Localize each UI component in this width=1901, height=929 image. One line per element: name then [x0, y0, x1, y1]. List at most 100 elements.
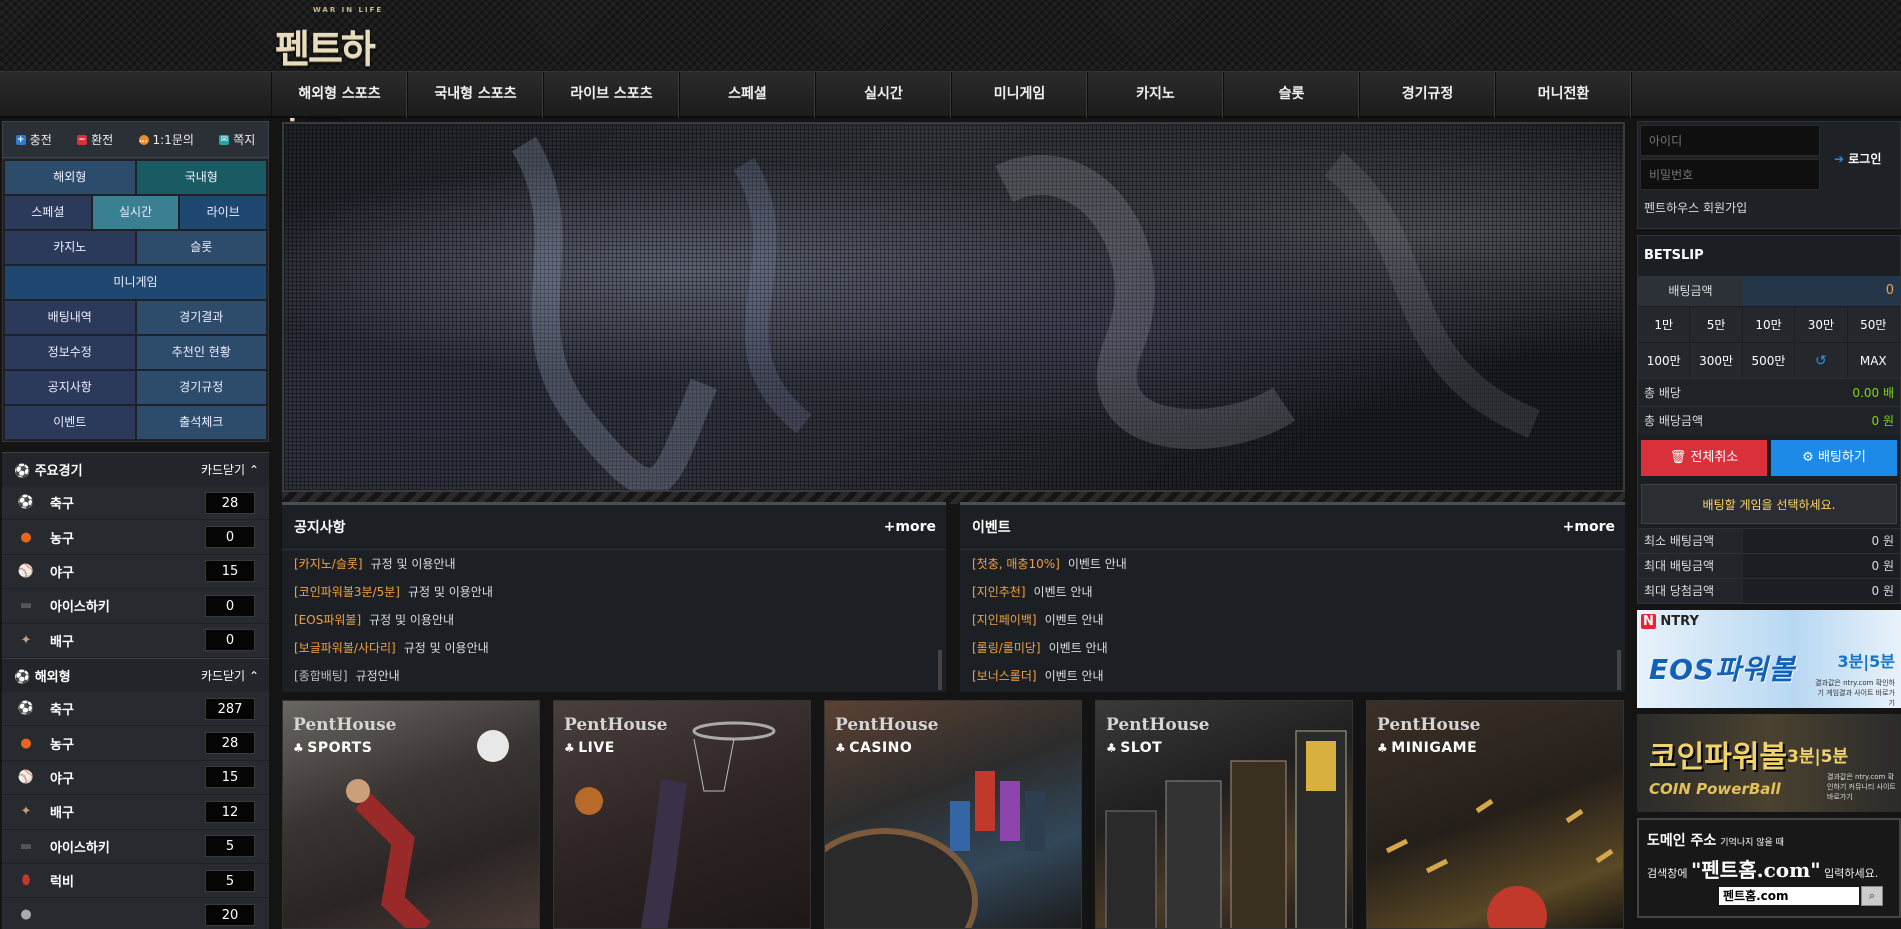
nav-casino[interactable]: 카지노 [1088, 72, 1224, 118]
sport-row-baseball[interactable]: ⚾ 야구 15 [2, 760, 269, 796]
charge-link[interactable]: + 충전 [15, 131, 52, 148]
notice-scrollbar[interactable] [938, 650, 942, 690]
sport-name: 농구 [50, 531, 74, 547]
betslip-empty-note: 배팅할 게임을 선택하세요. [1641, 484, 1897, 524]
bet-amount-input[interactable]: 0 [1743, 276, 1900, 306]
sport-row-rugby[interactable]: ⬮ 럭비 5 [2, 863, 269, 899]
chip-300k[interactable]: 30만 [1795, 306, 1848, 342]
sport-row-more[interactable]: ● 20 [2, 898, 269, 929]
ad-coin-powerball[interactable]: 코인파워볼 3분|5분 COIN PowerBall 결과값은 ntry.com… [1637, 714, 1901, 812]
card-live[interactable]: PentHouse ♣ LIVE [553, 700, 811, 929]
total-odds-label: 총 배당 [1644, 386, 1681, 400]
nav-domestic-sports[interactable]: 국내형 스포츠 [408, 72, 544, 118]
menu-slot[interactable]: 슬롯 [136, 231, 266, 264]
place-bet-button[interactable]: ⚙ 배팅하기 [1771, 440, 1897, 476]
nav-realtime[interactable]: 실시간 [816, 72, 952, 118]
card-sports[interactable]: PentHouse ♣ SPORTS [282, 700, 540, 929]
menu-bet-history[interactable]: 배팅내역 [5, 301, 135, 334]
coin-title: 코인파워볼 [1649, 740, 1787, 775]
sport-name: 축구 [50, 703, 74, 719]
nav-slot[interactable]: 슬롯 [1224, 72, 1360, 118]
login-button[interactable]: ➔ 로그인 [1834, 150, 1881, 167]
chip-5m[interactable]: 500만 [1742, 342, 1796, 378]
menu-realtime[interactable]: 실시간 [92, 196, 179, 229]
event-scrollbar[interactable] [1617, 650, 1621, 690]
overseas-collapse[interactable]: 카드닫기 ⌃ [201, 667, 259, 684]
sport-row-volleyball[interactable]: ✦ 배구 12 [2, 795, 269, 830]
club-icon: ♣ [835, 741, 847, 755]
chip-50k[interactable]: 5만 [1690, 306, 1743, 342]
menu-rules[interactable]: 경기규정 [136, 371, 266, 404]
main-banner[interactable] [282, 122, 1625, 496]
sport-row-basketball[interactable]: ● 농구 28 [2, 726, 269, 761]
minus-icon: − [77, 134, 88, 145]
menu-casino[interactable]: 카지노 [5, 231, 135, 264]
sport-row-soccer[interactable]: ⚽ 축구 287 [2, 691, 269, 727]
left-sidebar: + 충전 − 환전 … 1:1문의 ✉ 쪽지 해외형 국내형 스페셜 실시간 라이브 카… [2, 121, 269, 929]
menu-live[interactable]: 라이브 [180, 196, 267, 229]
username-input[interactable] [1640, 125, 1820, 156]
message-link[interactable]: ✉ 쪽지 [219, 131, 255, 148]
menu-notice[interactable]: 공지사항 [5, 371, 135, 404]
event-more-link[interactable]: +more [1563, 519, 1615, 535]
baseball-icon: ⚾ [17, 769, 35, 785]
notice-item[interactable]: [종합배팅] 규정안내 [282, 662, 946, 690]
event-item[interactable]: [롤링/롤미당] 이벤트 안내 [960, 634, 1625, 662]
cancel-all-button[interactable]: 🗑 전체취소 [1641, 440, 1767, 476]
card-minigame[interactable]: PentHouse ♣ MINIGAME [1366, 700, 1624, 929]
menu-edit-info[interactable]: 정보수정 [5, 336, 135, 369]
sport-count: 20 [205, 903, 255, 926]
coin-eng-title: COIN PowerBall [1649, 780, 1781, 798]
nav-money-exchange[interactable]: 머니전환 [1496, 72, 1632, 118]
inquiry-link[interactable]: … 1:1문의 [138, 131, 194, 148]
notice-item[interactable]: [보글파워볼/사다리] 규정 및 이용안내 [282, 634, 946, 662]
right-sidebar: ➔ 로그인 펜트하우스 회원가입 BETSLIP 배팅금액 0 1만 5만 10… [1637, 121, 1901, 918]
chip-10k[interactable]: 1만 [1638, 306, 1691, 342]
menu-referrals[interactable]: 추천인 현황 [136, 336, 266, 369]
nav-overseas-sports[interactable]: 해외형 스포츠 [272, 72, 408, 118]
menu-special[interactable]: 스페셜 [5, 196, 91, 229]
menu-game-results[interactable]: 경기결과 [136, 301, 266, 334]
card-category-label: MINIGAME [1391, 740, 1478, 756]
nav-minigame[interactable]: 미니게임 [952, 72, 1088, 118]
nav-special[interactable]: 스페셜 [680, 72, 816, 118]
site-logo[interactable]: WAR IN LIFE 펜트하우스 [275, 6, 405, 126]
sport-row-baseball[interactable]: ⚾ 야구 15 [2, 554, 269, 590]
ad-eos-powerball[interactable]: N NTRY EOS파워볼 3분|5분 결과값은 ntry.com 확인하기 게… [1637, 610, 1901, 708]
event-text: 이벤트 안내 [1044, 613, 1104, 627]
chip-max[interactable]: MAX [1847, 342, 1900, 378]
menu-minigame[interactable]: 미니게임 [5, 266, 266, 299]
chip-100k[interactable]: 10만 [1742, 306, 1796, 342]
menu-overseas[interactable]: 해외형 [5, 161, 135, 194]
sport-row-icehockey[interactable]: ▬ 아이스하키 5 [2, 829, 269, 864]
bet-chips: 1만 5만 10만 30만 50만 100만 300만 500만 ↺ MAX [1638, 306, 1900, 378]
nav-rules[interactable]: 경기규정 [1360, 72, 1496, 118]
notice-item[interactable]: [카지노/슬롯] 규정 및 이용안내 [282, 550, 946, 578]
nav-live-sports[interactable]: 라이브 스포츠 [544, 72, 680, 118]
event-item[interactable]: [보너스롤더] 이벤트 안내 [960, 662, 1625, 690]
event-item[interactable]: [지인추천] 이벤트 안내 [960, 578, 1625, 606]
notice-category: [EOS파워볼] [294, 613, 362, 627]
notice-item[interactable]: [코인파워볼3분/5분] 규정 및 이용안내 [282, 578, 946, 606]
withdraw-link[interactable]: − 환전 [77, 131, 113, 148]
sport-row-soccer[interactable]: ⚽ 축구 28 [2, 486, 269, 521]
signup-link[interactable]: 펜트하우스 회원가입 [1640, 199, 1898, 216]
event-item[interactable]: [첫충, 매충10%] 이벤트 안내 [960, 550, 1625, 578]
sport-row-volleyball[interactable]: ✦ 배구 0 [2, 623, 269, 658]
menu-event[interactable]: 이벤트 [5, 406, 135, 439]
sport-row-basketball[interactable]: ● 농구 0 [2, 520, 269, 555]
password-input[interactable] [1640, 159, 1820, 190]
card-slot[interactable]: PentHouse ♣ SLOT [1095, 700, 1353, 929]
menu-attendance[interactable]: 출석체크 [136, 406, 266, 439]
notice-more-link[interactable]: +more [884, 519, 936, 535]
notice-item[interactable]: [EOS파워볼] 규정 및 이용안내 [282, 606, 946, 634]
menu-domestic[interactable]: 국내형 [136, 161, 266, 194]
major-games-collapse[interactable]: 카드닫기 ⌃ [201, 461, 259, 478]
chip-500k[interactable]: 50만 [1847, 306, 1900, 342]
chip-1m[interactable]: 100만 [1638, 342, 1691, 378]
event-item[interactable]: [지인페이백] 이벤트 안내 [960, 606, 1625, 634]
reset-icon[interactable]: ↺ [1795, 342, 1848, 378]
sport-row-icehockey[interactable]: ▬ 아이스하키 0 [2, 589, 269, 624]
card-casino[interactable]: PentHouse ♣ CASINO [824, 700, 1082, 929]
chip-3m[interactable]: 300만 [1690, 342, 1743, 378]
